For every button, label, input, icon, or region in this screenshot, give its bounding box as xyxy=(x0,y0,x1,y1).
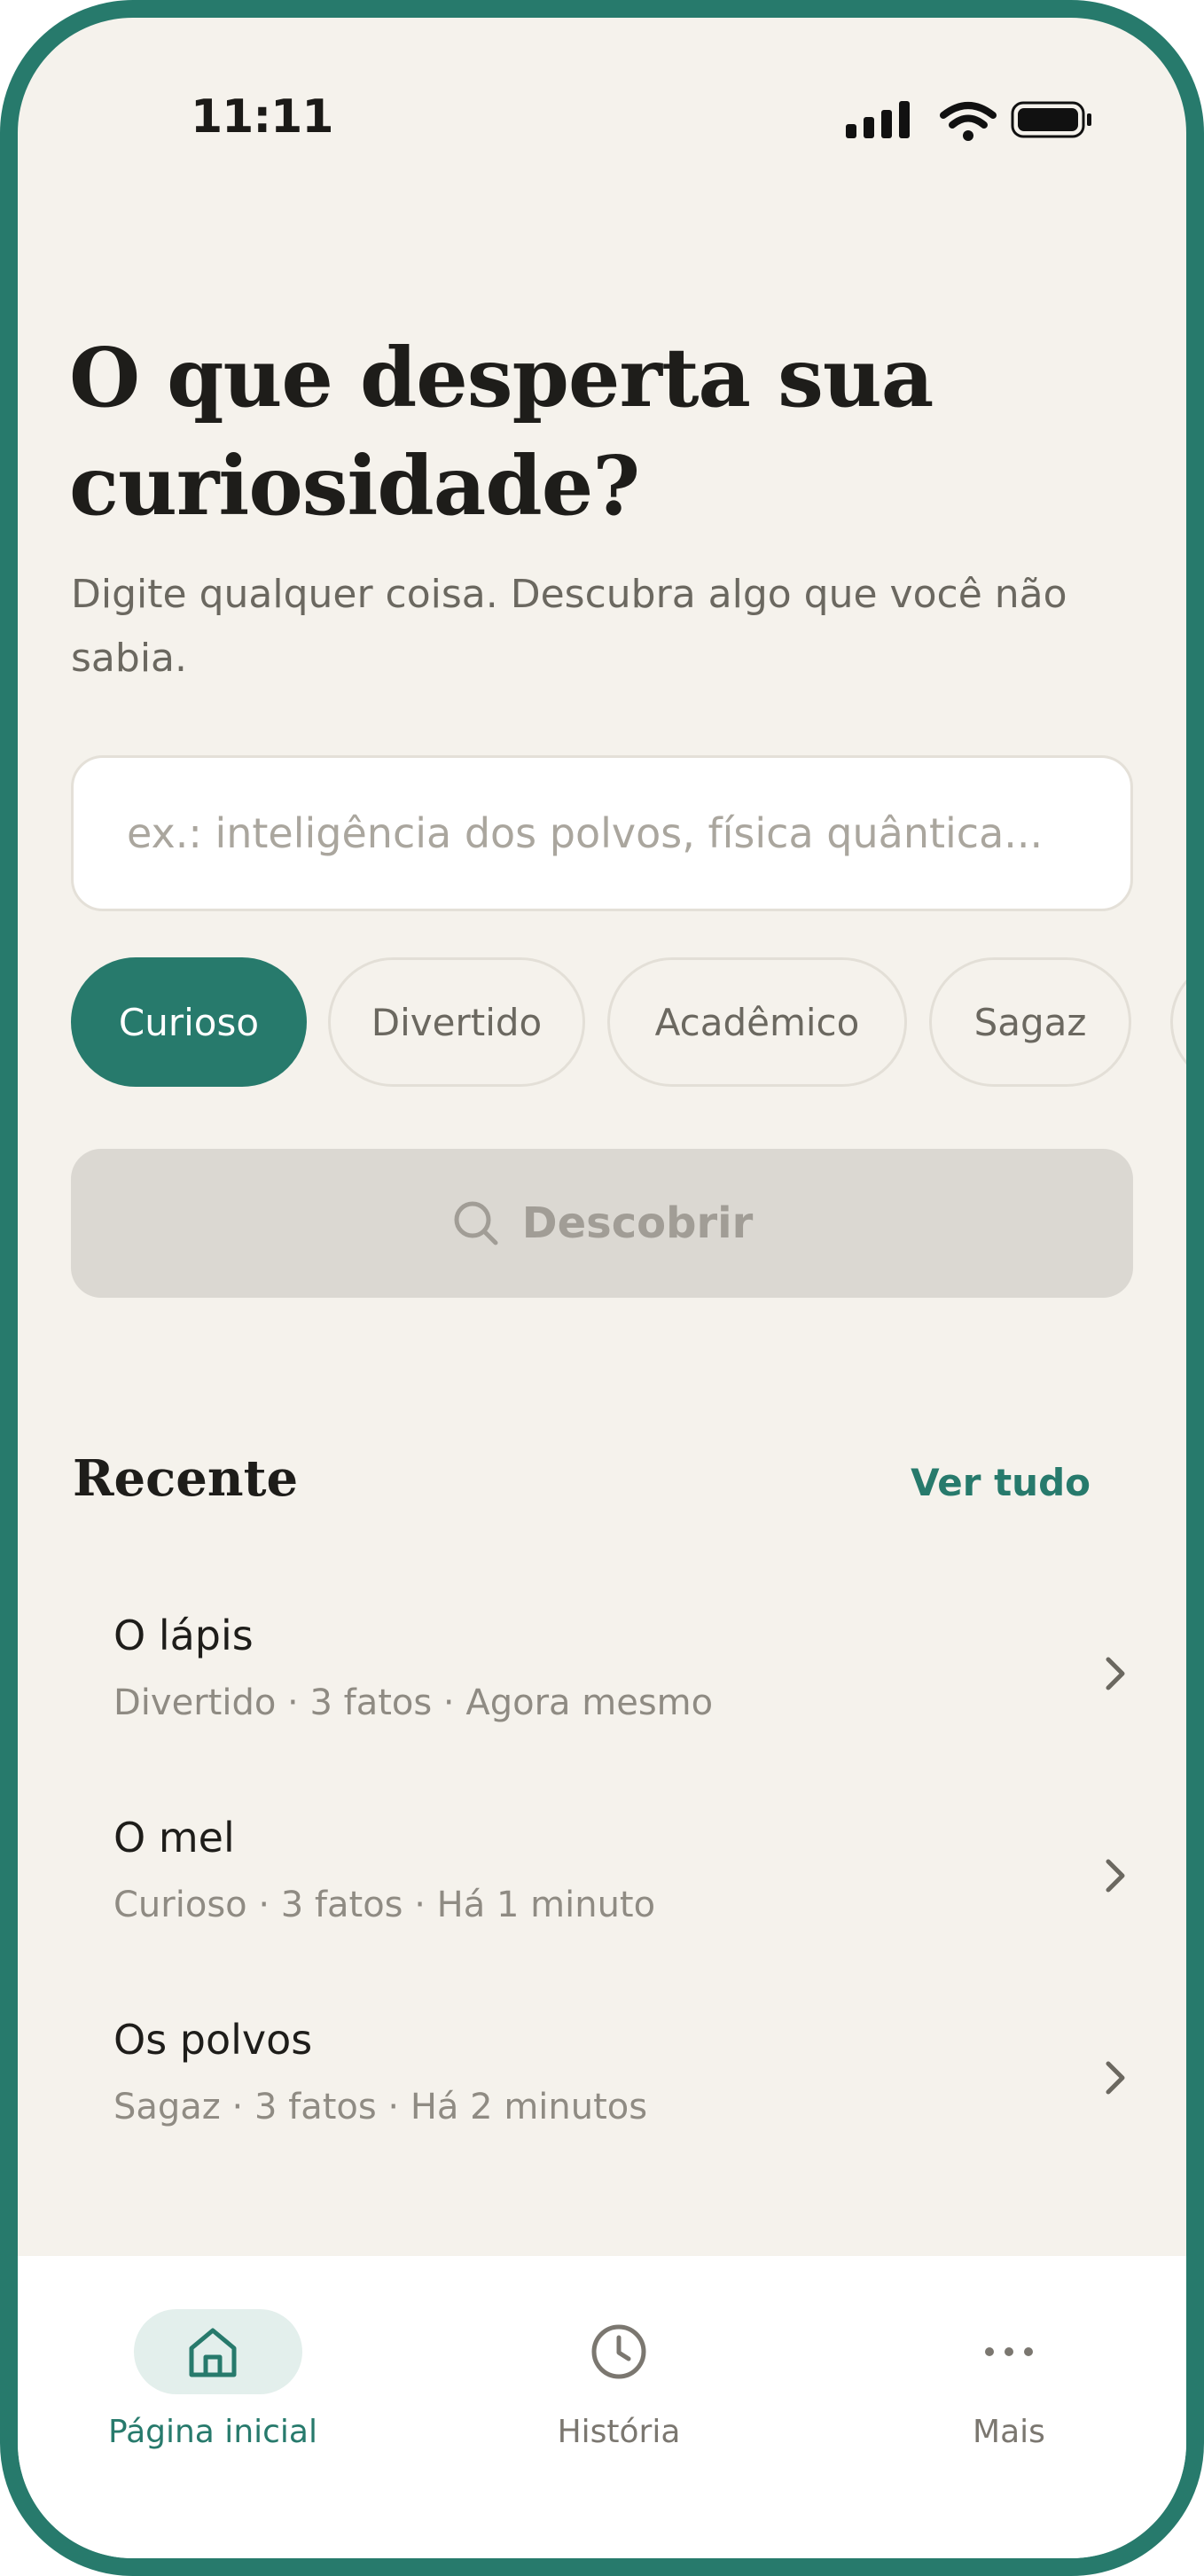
tab-history-label: História xyxy=(557,2414,681,2450)
tone-chip-row: Curioso Divertido Acadêmico Sagaz xyxy=(71,957,1186,1087)
recent-item-meta: Divertido · 3 fatos · Agora mesmo xyxy=(113,1682,714,1723)
tone-chip-academico[interactable]: Acadêmico xyxy=(607,957,907,1087)
tab-home-label: Página inicial xyxy=(107,2414,317,2450)
tone-chip-curioso[interactable]: Curioso xyxy=(71,957,307,1087)
home-icon xyxy=(189,2328,237,2377)
recent-item[interactable]: O mel Curioso · 3 fatos · Há 1 minuto xyxy=(113,1814,1133,1982)
chevron-right-icon xyxy=(1106,2061,1125,2095)
recent-item-meta: Sagaz · 3 fatos · Há 2 minutos xyxy=(113,2087,648,2127)
status-time: 11:11 xyxy=(191,90,334,144)
tone-chip-more[interactable] xyxy=(1170,957,1186,1087)
tab-more-label: Mais xyxy=(973,2414,1045,2450)
topic-search-box[interactable] xyxy=(71,755,1133,911)
tab-home[interactable]: Página inicial xyxy=(71,2309,355,2486)
bottom-tab-bar: Página inicial História Mais xyxy=(18,2256,1186,2558)
page-title-line-2: curiosidade? xyxy=(69,438,640,534)
recent-item[interactable]: Os polvos Sagaz · 3 fatos · Há 2 minutos xyxy=(113,2016,1133,2184)
topic-input[interactable] xyxy=(125,808,1130,858)
chevron-right-icon xyxy=(1106,1859,1125,1893)
page-title: O que desperta sua curiosidade? xyxy=(69,324,1133,540)
see-all-link[interactable]: Ver tudo xyxy=(911,1461,1091,1504)
phone-frame: 11:11 O que desperta sua curiosidade? Di… xyxy=(0,0,1204,2576)
recent-item-title: Os polvos xyxy=(113,2016,313,2064)
discover-button[interactable]: Descobrir xyxy=(71,1149,1133,1298)
wifi-icon xyxy=(940,102,997,141)
search-icon xyxy=(454,1201,498,1245)
recent-item-meta: Curioso · 3 fatos · Há 1 minuto xyxy=(113,1885,656,1925)
discover-button-label: Descobrir xyxy=(521,1198,754,1248)
recent-item-title: O mel xyxy=(113,1814,235,1862)
page-subtitle: Digite qualquer coisa. Descubra algo que… xyxy=(71,563,1153,691)
tone-chip-sagaz[interactable]: Sagaz xyxy=(929,957,1131,1087)
tab-more[interactable]: Mais xyxy=(867,2309,1151,2486)
tab-history[interactable]: História xyxy=(477,2309,761,2486)
clock-icon xyxy=(591,2324,646,2379)
page-subtitle-line-1: Digite qualquer coisa. Descubra algo que… xyxy=(71,572,1067,617)
page-subtitle-line-2: sabia. xyxy=(71,636,187,681)
page-title-line-1: O que desperta sua xyxy=(69,330,934,425)
tone-chip-divertido[interactable]: Divertido xyxy=(328,957,585,1087)
battery-icon xyxy=(1011,101,1091,138)
status-icons xyxy=(846,96,1103,145)
more-icon xyxy=(985,2347,1033,2356)
chevron-right-icon xyxy=(1106,1657,1125,1690)
recent-item-title: O lápis xyxy=(113,1612,254,1659)
recent-item[interactable]: O lápis Divertido · 3 fatos · Agora mesm… xyxy=(113,1612,1133,1780)
recent-section-title: Recente xyxy=(73,1449,299,1508)
